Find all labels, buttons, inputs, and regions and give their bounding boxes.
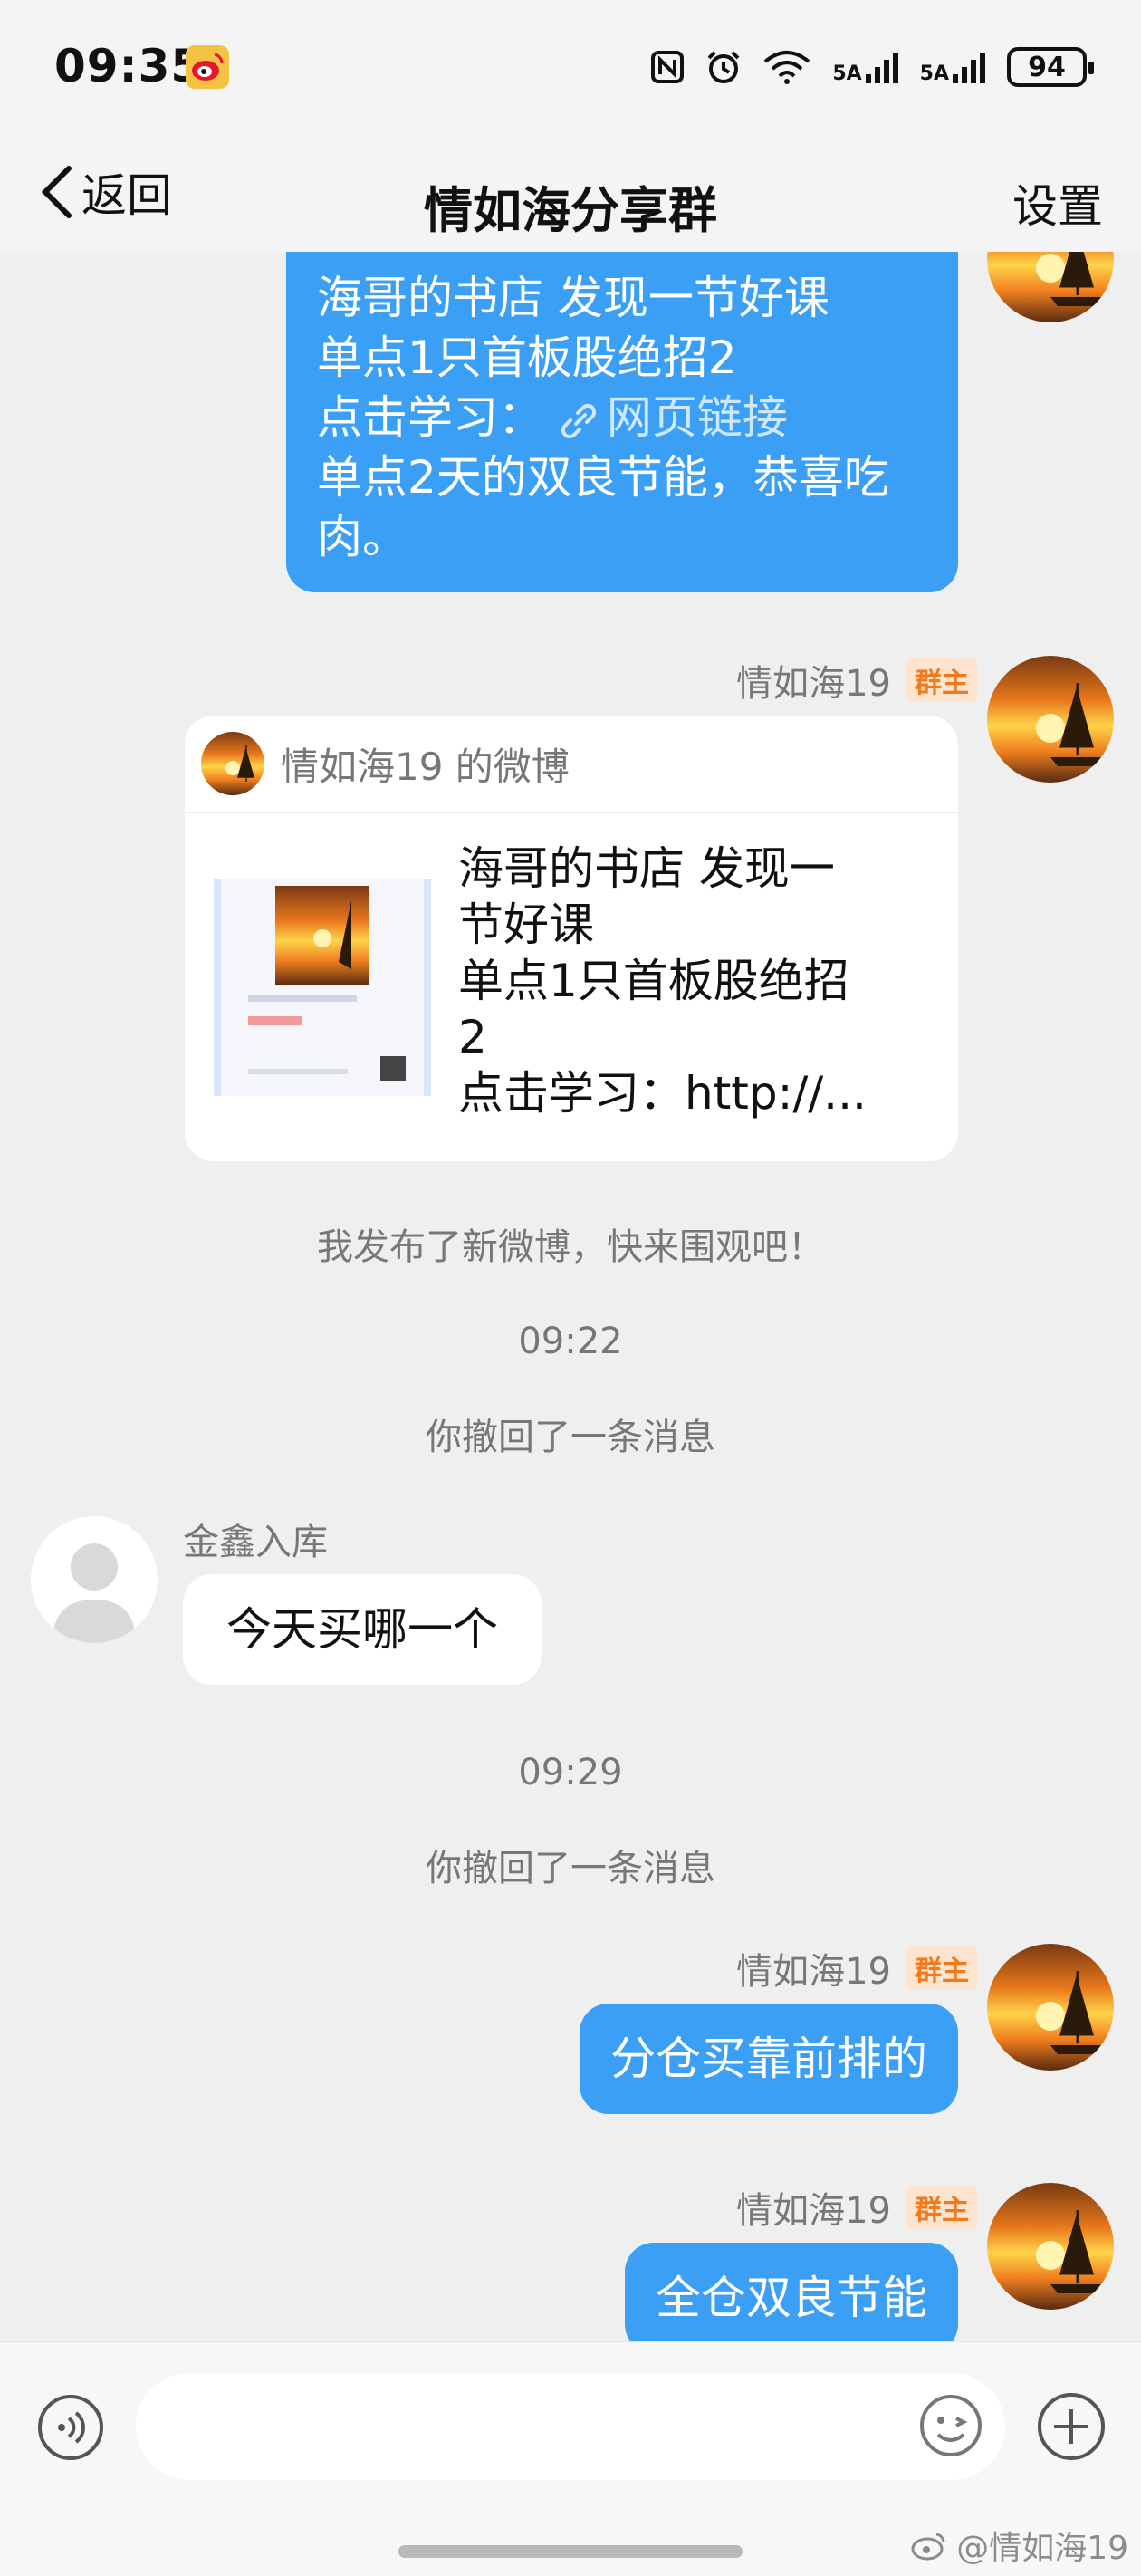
- message-bubble[interactable]: 今天买哪一个: [183, 1574, 542, 1685]
- nfc-icon: [651, 51, 685, 83]
- weibo-icon: [911, 2533, 945, 2561]
- voice-icon[interactable]: [36, 2393, 105, 2462]
- message-line: 单点1只首板股绝招2: [317, 332, 737, 384]
- card-header-label: 情如海19 的微博: [281, 744, 570, 789]
- card-line: 节好课: [458, 899, 594, 951]
- owner-badge: 群主: [906, 1946, 978, 1990]
- avatar[interactable]: [987, 252, 1114, 322]
- message-line: 海哥的书店 发现一节好课: [317, 272, 829, 324]
- wifi-icon: [764, 51, 810, 84]
- avatar[interactable]: [987, 1944, 1114, 2071]
- weibo-icon: [186, 45, 229, 89]
- link-label: 网页链接: [606, 391, 788, 444]
- message-line: 单点2天的双良节能，恭喜吃: [317, 451, 889, 504]
- recall-notice: 你撤回了一条消息: [426, 1417, 715, 1458]
- message-text: 点击学习：: [317, 391, 543, 444]
- alarm-icon: [707, 51, 740, 83]
- system-notice: 我发布了新微博，快来围观吧！: [317, 1226, 824, 1268]
- avatar[interactable]: [31, 1516, 158, 1643]
- timestamp: 09:22: [518, 1321, 623, 1362]
- home-indicator[interactable]: [398, 2545, 743, 2558]
- watermark-label: @情如海19: [956, 2530, 1128, 2567]
- status-icons: 5A 5A 94: [649, 47, 1094, 87]
- sender-name: 情如海19: [736, 2190, 891, 2232]
- card-thumbnail: [214, 879, 431, 1096]
- status-time: 09:35: [54, 40, 204, 92]
- card-line: 点击学习：http://...: [458, 1067, 867, 1120]
- signal-icon: 5A: [920, 49, 987, 85]
- battery-indicator: 94: [1007, 47, 1094, 87]
- sender-info: 情如海19 群主: [736, 1942, 978, 1994]
- card-line: 海哥的书店 发现一: [458, 842, 835, 895]
- card-text: 海哥的书店 发现一 节好课 单点1只首板股绝招 2 点击学习：http://..…: [458, 841, 893, 1121]
- link-icon: [561, 403, 596, 438]
- card-header: 情如海19 的微博: [185, 716, 958, 813]
- sender-name: 金鑫入库: [183, 1522, 328, 1563]
- timestamp: 09:29: [518, 1752, 623, 1793]
- avatar[interactable]: [987, 2183, 1114, 2310]
- message-bubble[interactable]: 全仓双良节能: [625, 2243, 958, 2341]
- message-bubble[interactable]: 分仓买靠前排的: [580, 2004, 958, 2114]
- status-bar: 09:35 5A 5A 94: [0, 0, 1141, 136]
- message-input[interactable]: [136, 2373, 1005, 2480]
- message-bubble[interactable]: 海哥的书店 发现一节好课 单点1只首板股绝招2 点击学习： 网页链接 单点2天的…: [286, 252, 958, 592]
- card-avatar: [201, 732, 264, 795]
- plus-icon[interactable]: [1036, 2391, 1107, 2462]
- signal-label: 5A: [832, 62, 862, 85]
- card-line: 单点1只首板股绝招: [458, 955, 849, 1007]
- page-title: 情如海分享群: [424, 182, 717, 239]
- signal-label: 5A: [919, 62, 949, 85]
- avatar[interactable]: [987, 656, 1114, 783]
- owner-badge: 群主: [906, 2186, 978, 2229]
- sender-info: 情如海19 群主: [736, 654, 978, 706]
- emoji-icon[interactable]: [918, 2393, 983, 2458]
- message-line: 肉。: [317, 511, 408, 563]
- sender-name: 情如海19: [736, 1951, 891, 1993]
- weibo-share-card[interactable]: 情如海19 的微博 海哥的书店 发现一 节好课 单点1只首板股绝招 2 点击学习…: [185, 716, 958, 1161]
- message-line: 点击学习： 网页链接: [317, 388, 927, 447]
- owner-badge: 群主: [906, 658, 978, 702]
- card-line: 2: [458, 1011, 487, 1063]
- signal-icon: 5A: [832, 49, 899, 85]
- web-link[interactable]: 网页链接: [558, 391, 788, 444]
- nav-bar: 返回 情如海分享群 设置: [0, 136, 1141, 252]
- sender-name: 情如海19: [736, 663, 891, 705]
- chat-list[interactable]: 海哥的书店 发现一节好课 单点1只首板股绝招2 点击学习： 网页链接 单点2天的…: [0, 252, 1141, 2341]
- recall-notice: 你撤回了一条消息: [426, 1848, 715, 1889]
- watermark: @情如海19: [909, 2522, 1128, 2569]
- sender-info: 情如海19 群主: [736, 2181, 978, 2234]
- settings-button[interactable]: 设置: [1012, 170, 1103, 235]
- sender-info: 金鑫入库: [183, 1513, 328, 1565]
